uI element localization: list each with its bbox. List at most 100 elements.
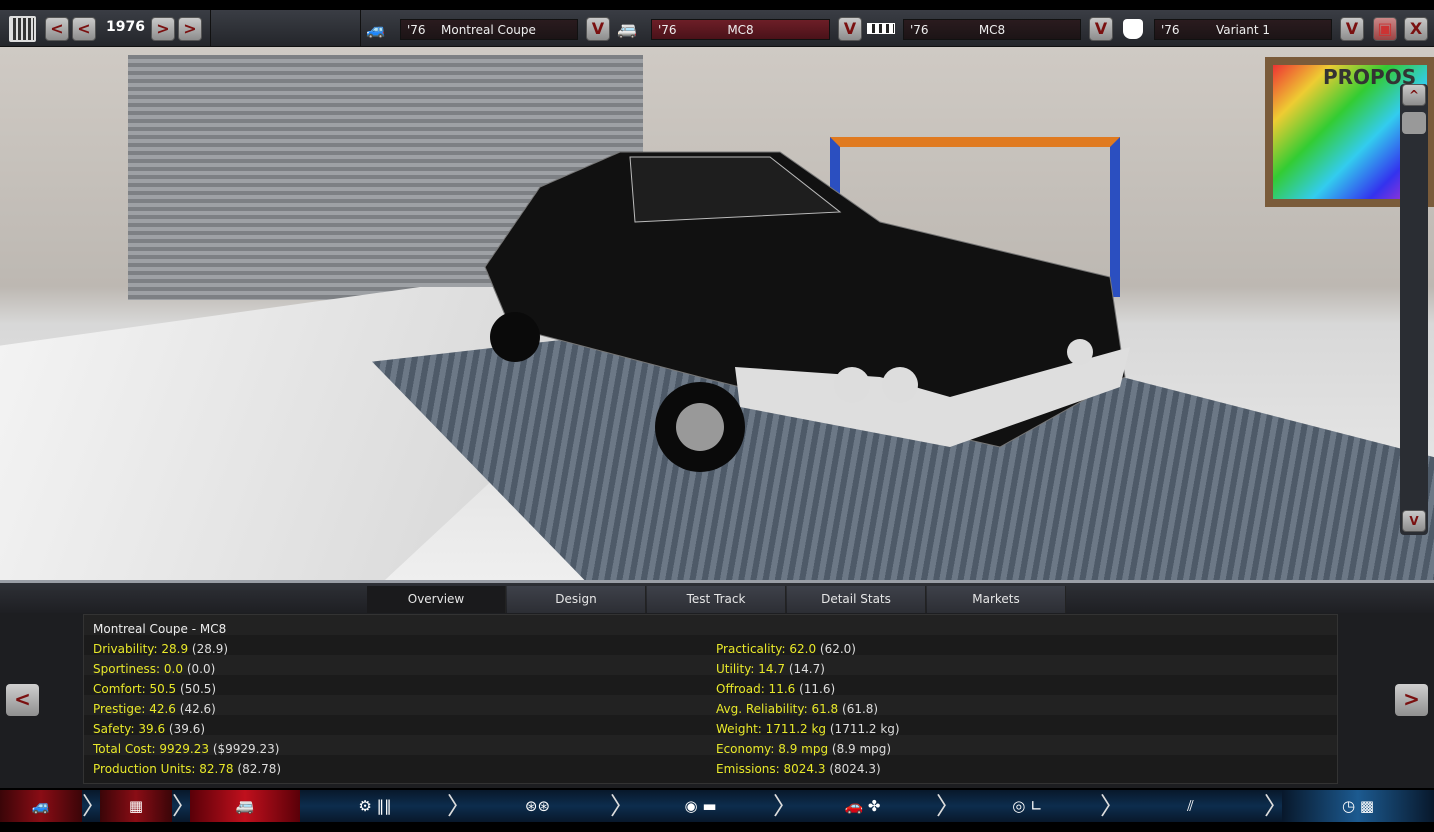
step-interior[interactable]: ◎ ∟	[955, 790, 1100, 822]
step-wheels[interactable]: ⊛⊛	[465, 790, 610, 822]
stat-item: Practicality: 62.0 (62.0)	[716, 642, 856, 656]
save-button[interactable]: ▣	[1373, 17, 1397, 41]
selector-name: MC8	[978, 23, 1006, 37]
gauge-flag-icon: ◷ ▩	[1341, 797, 1375, 815]
stat-item: Avg. Reliability: 61.8 (61.8)	[716, 702, 878, 716]
stat-base-value: (28.9)	[191, 642, 229, 656]
stat-value: Sportiness: 0.0	[93, 662, 183, 676]
step-engine-gearbox[interactable]: ⚙ ‖‖	[300, 790, 450, 822]
stat-base-value: (61.8)	[842, 702, 879, 716]
info-panel: Overview Design Test Track Detail Stats …	[0, 580, 1434, 788]
next-panel-button[interactable]: >	[1395, 684, 1428, 716]
car-model-render	[484, 151, 1130, 472]
stat-base-value: (8.9 mpg)	[831, 742, 892, 756]
engine-icon	[867, 23, 895, 34]
stat-base-value: ($9929.23)	[212, 742, 280, 756]
stat-item: Production Units: 82.78 (82.78)	[93, 762, 281, 776]
stat-base-value: (1711.2 kg)	[829, 722, 900, 736]
scroll-down-button[interactable]: V	[1402, 510, 1426, 532]
year-back-fast-button[interactable]: <	[45, 17, 69, 41]
stat-base-value: (0.0)	[186, 662, 216, 676]
stat-item: Weight: 1711.2 kg (1711.2 kg)	[716, 722, 900, 736]
stat-item: Economy: 8.9 mpg (8.9 mpg)	[716, 742, 891, 756]
car-model-selector[interactable]: '76 MC8	[651, 19, 830, 40]
step-suspension[interactable]: ⫽	[1118, 790, 1263, 822]
stat-base-value: (62.0)	[819, 642, 856, 656]
stat-value: Weight: 1711.2 kg	[716, 722, 827, 736]
car-model-icon: 🚐	[617, 20, 637, 39]
tab-test-track[interactable]: Test Track	[647, 586, 786, 613]
stat-base-value: (39.6)	[168, 722, 206, 736]
car-model-dropdown-button[interactable]: V	[838, 17, 862, 41]
step-car-model[interactable]: 🚐	[190, 790, 300, 822]
steering-seat-icon: ◎ ∟	[1012, 797, 1043, 815]
stat-value: Total Cost: 9929.23	[93, 742, 209, 756]
tab-detail-stats[interactable]: Detail Stats	[787, 586, 926, 613]
step-brakes-body[interactable]: ◉ ▬	[628, 790, 773, 822]
selector-name: Montreal Coupe	[441, 23, 536, 37]
top-toolbar: < < 1976 > > 🚙 '76 Montreal Coupe V 🚐 '76…	[0, 10, 1434, 47]
tab-design[interactable]: Design	[507, 586, 646, 613]
tab-markets[interactable]: Markets	[927, 586, 1066, 613]
stat-item: Offroad: 11.6 (11.6)	[716, 682, 835, 696]
stat-item: Sportiness: 0.0 (0.0)	[93, 662, 215, 676]
stat-base-value: (11.6)	[799, 682, 836, 696]
variant-dropdown-button[interactable]: V	[1340, 17, 1364, 41]
stat-value: Safety: 39.6	[93, 722, 166, 736]
scrollbar[interactable]: ^ V	[1400, 84, 1428, 535]
selector-name: MC8	[727, 23, 754, 37]
step-test-track[interactable]: ◷ ▩	[1282, 790, 1434, 822]
garage-3d-view[interactable]: PROPOS ^ V	[0, 47, 1434, 580]
stat-value: Emissions: 8024.3	[716, 762, 826, 776]
step-car-body[interactable]: 🚙	[0, 790, 82, 822]
brake-icon: ◉ ▬	[684, 797, 717, 815]
stat-base-value: (50.5)	[180, 682, 217, 696]
engine-icon: ▦	[128, 797, 144, 815]
wheels-icon: ⊛⊛	[524, 797, 551, 815]
stat-item: Emissions: 8024.3 (8024.3)	[716, 762, 881, 776]
stat-item: Prestige: 42.6 (42.6)	[93, 702, 216, 716]
selector-name: Variant 1	[1215, 23, 1270, 37]
step-engine[interactable]: ▦	[100, 790, 172, 822]
close-button[interactable]: X	[1404, 17, 1428, 41]
stat-item: Safety: 39.6 (39.6)	[93, 722, 205, 736]
year-forward-fast-button[interactable]: >	[178, 17, 202, 41]
tab-overview[interactable]: Overview	[367, 586, 506, 613]
stat-item: Total Cost: 9929.23 ($9929.23)	[93, 742, 279, 756]
stat-value: Practicality: 62.0	[716, 642, 817, 656]
stat-base-value: (82.78)	[237, 762, 282, 776]
year-back-button[interactable]: <	[72, 17, 96, 41]
car-body-icon: 🚙	[366, 20, 386, 39]
scroll-thumb[interactable]	[1402, 112, 1426, 134]
stat-value: Prestige: 42.6	[93, 702, 176, 716]
step-aero-cooling[interactable]: 🚗 ✤	[790, 790, 935, 822]
car-model-icon: 🚐	[235, 797, 255, 815]
stat-item: Drivability: 28.9 (28.9)	[93, 642, 228, 656]
piston-icon	[1123, 19, 1143, 39]
stats-overview: Montreal Coupe - MC8 Drivability: 28.9 (…	[83, 614, 1338, 784]
stat-value: Offroad: 11.6	[716, 682, 796, 696]
design-steps-bar: 🚙 〉 ▦ 〉 🚐 ⚙ ‖‖ 〉 ⊛⊛ 〉 ◉ ▬ 〉 🚗 ✤ 〉 ◎ ∟ 〉 …	[0, 790, 1434, 822]
scroll-up-button[interactable]: ^	[1402, 84, 1426, 106]
save-icon: ▣	[1377, 19, 1393, 38]
gear-icon: ⚙ ‖‖	[358, 797, 392, 815]
stat-value: Economy: 8.9 mpg	[716, 742, 829, 756]
year-label: 1976	[106, 19, 145, 35]
car-body-selector[interactable]: '76 Montreal Coupe	[400, 19, 578, 40]
prev-panel-button[interactable]: <	[6, 684, 39, 716]
stats-title: Montreal Coupe - MC8	[93, 622, 227, 636]
stat-value: Drivability: 28.9	[93, 642, 189, 656]
car-body-icon: 🚙	[31, 797, 51, 815]
engine-selector[interactable]: '76 MC8	[903, 19, 1081, 40]
car-fan-icon: 🚗 ✤	[844, 797, 881, 815]
engine-dropdown-button[interactable]: V	[1089, 17, 1113, 41]
stat-base-value: (42.6)	[179, 702, 216, 716]
selector-year: '76	[407, 23, 426, 37]
stat-base-value: (14.7)	[788, 662, 825, 676]
year-forward-button[interactable]: >	[151, 17, 175, 41]
stat-item: Utility: 14.7 (14.7)	[716, 662, 825, 676]
car-body-dropdown-button[interactable]: V	[586, 17, 610, 41]
variant-selector[interactable]: '76 Variant 1	[1154, 19, 1332, 40]
stat-value: Comfort: 50.5	[93, 682, 177, 696]
calendar-icon[interactable]	[9, 16, 36, 42]
